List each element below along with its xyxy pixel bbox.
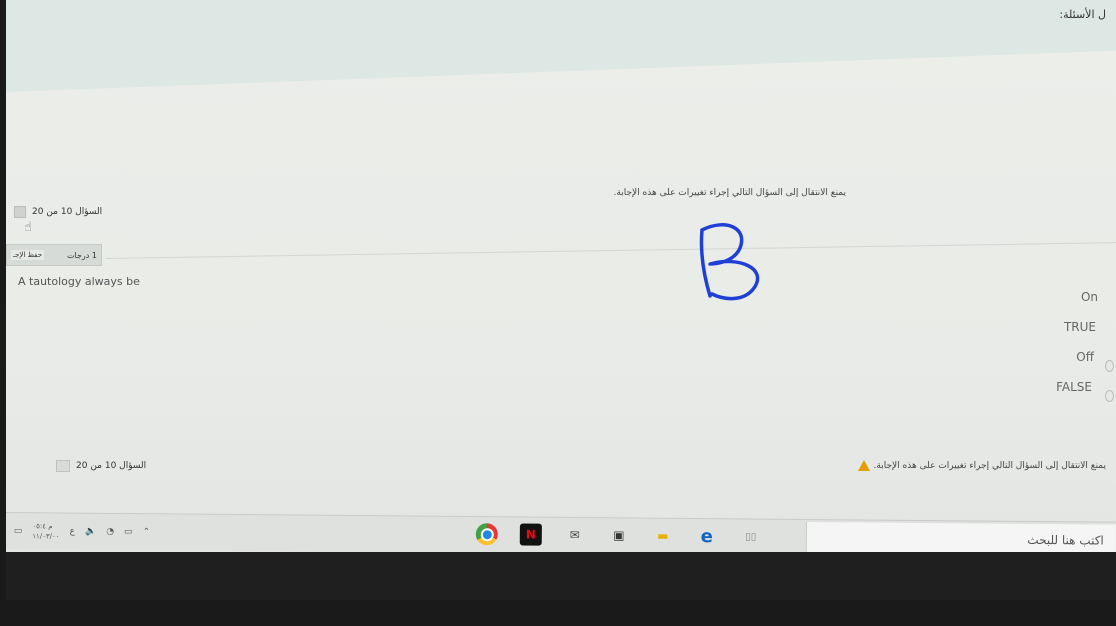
hand-cursor-icon: ☝ bbox=[24, 220, 32, 235]
question-counter: السؤال 10 من 20 bbox=[32, 207, 103, 217]
search-placeholder: اكتب هنا للبحث bbox=[1027, 532, 1104, 548]
option-true[interactable]: TRUE bbox=[1064, 320, 1096, 334]
system-tray: ▭ م ٠٥:٤ ١١/٠٣/٠٠ ع 🔈 ◔ ▭ ⌃ bbox=[14, 521, 150, 542]
clock[interactable]: م ٠٥:٤ ١١/٠٣/٠٠ bbox=[32, 521, 59, 541]
notification-icon[interactable]: ▭ bbox=[14, 526, 23, 536]
battery-icon[interactable]: ▭ bbox=[124, 527, 133, 537]
save-answer-button[interactable]: حفظ الإجـ bbox=[11, 250, 45, 260]
task-view-icon[interactable]: ▯▯ bbox=[740, 525, 762, 547]
monitor-bezel bbox=[6, 552, 1116, 600]
radio-off[interactable] bbox=[1105, 360, 1114, 372]
bottom-warning-text: يمنع الانتقال إلى السؤال التالي إجراء تغ… bbox=[873, 460, 1106, 471]
language-icon[interactable]: ع bbox=[70, 527, 75, 537]
handwritten-b-mark bbox=[699, 223, 760, 301]
option-off[interactable]: Off bbox=[1076, 350, 1094, 364]
option-on[interactable]: On bbox=[1081, 290, 1098, 304]
store-icon[interactable]: ▣ bbox=[608, 524, 630, 546]
edge-icon[interactable]: e bbox=[696, 525, 718, 547]
bottom-warning: يمنع الانتقال إلى السؤال التالي إجراء تغ… bbox=[857, 460, 1106, 471]
mail-icon[interactable]: ✉ bbox=[564, 524, 586, 546]
nav-button-bottom[interactable] bbox=[56, 460, 70, 472]
browser-screen: ل الأسئلة: يمنع الانتقال إلى السؤال التا… bbox=[6, 0, 1116, 600]
pinned-apps: N ✉ ▣ ▬ e ▯▯ bbox=[475, 523, 762, 547]
header-band bbox=[6, 0, 1116, 92]
option-false[interactable]: FALSE bbox=[1056, 380, 1092, 394]
file-explorer-icon[interactable]: ▬ bbox=[652, 525, 674, 547]
network-icon[interactable]: ◔ bbox=[106, 527, 114, 537]
question-text: A tautology always be bbox=[18, 275, 140, 288]
chrome-icon[interactable] bbox=[475, 523, 498, 546]
speaker-icon[interactable]: 🔈 bbox=[85, 527, 96, 537]
question-counter-bottom: السؤال 10 من 20 bbox=[76, 461, 147, 471]
nav-button[interactable] bbox=[14, 206, 26, 218]
question-info-box: حفظ الإجـ 1 درجات bbox=[6, 244, 102, 266]
radio-false[interactable] bbox=[1105, 390, 1114, 402]
chevron-up-icon[interactable]: ⌃ bbox=[143, 527, 151, 537]
question-nav: السؤال 10 من 20 bbox=[14, 206, 102, 218]
divider bbox=[105, 242, 1116, 259]
netflix-icon[interactable]: N bbox=[519, 523, 542, 546]
question-nav-bottom: السؤال 10 من 20 bbox=[56, 460, 146, 472]
warning-icon bbox=[857, 460, 870, 471]
question-marks: 1 درجات bbox=[67, 250, 97, 260]
clock-date: ١١/٠٣/٠٠ bbox=[32, 532, 60, 541]
page-title: ل الأسئلة: bbox=[1059, 8, 1106, 21]
clock-time: م ٠٥:٤ bbox=[32, 522, 53, 531]
navigation-warning: يمنع الانتقال إلى السؤال التالي إجراء تغ… bbox=[613, 188, 846, 198]
